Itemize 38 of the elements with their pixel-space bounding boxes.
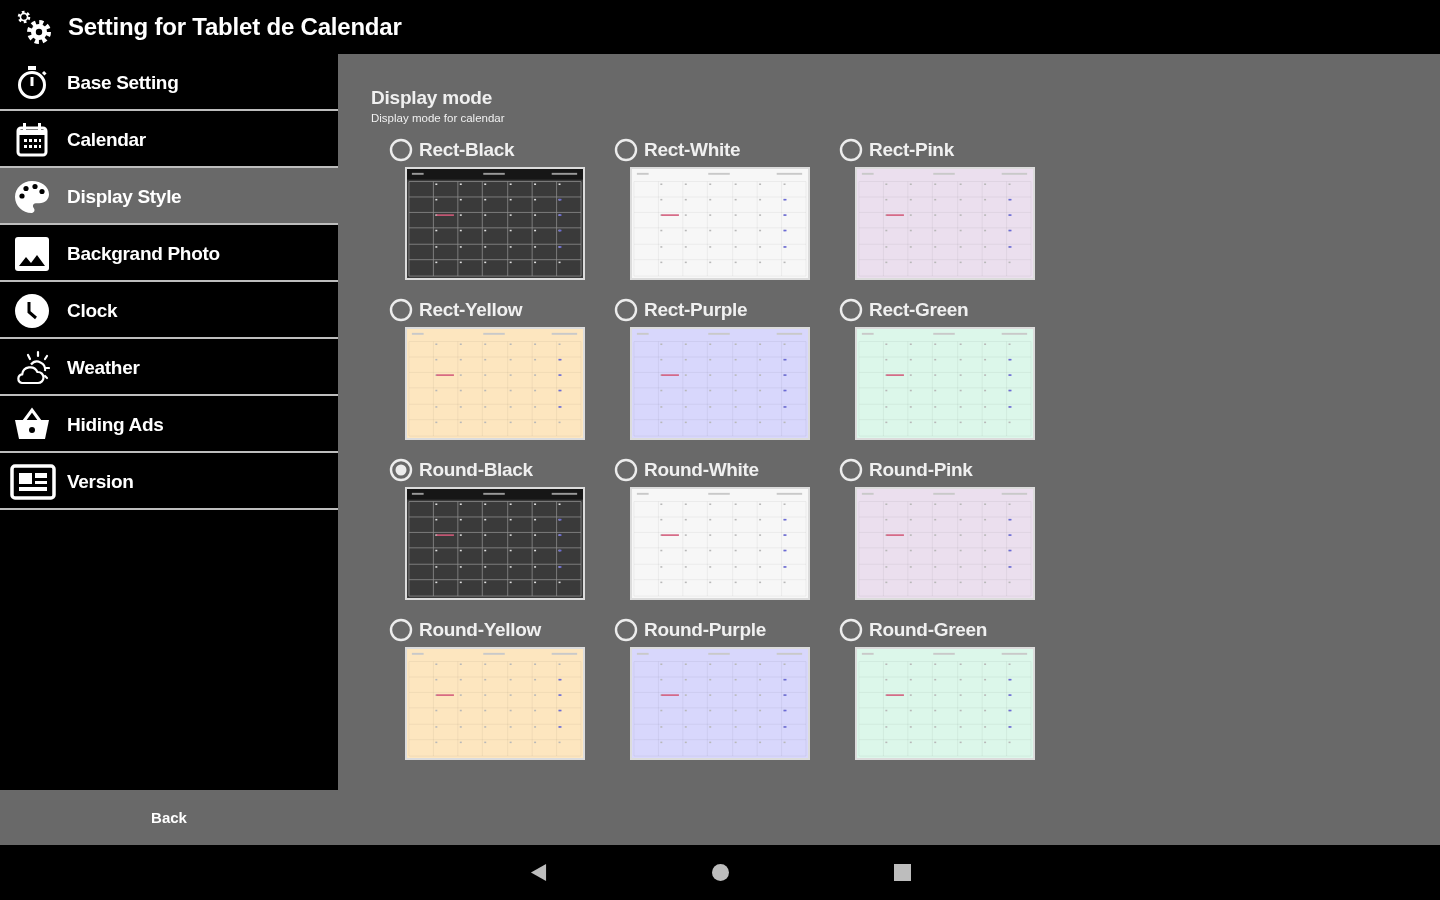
section-title: Display mode	[371, 87, 494, 109]
radio-button[interactable]	[839, 138, 863, 162]
option-label[interactable]: Round-White	[644, 459, 759, 481]
option-label[interactable]: Rect-Pink	[869, 139, 954, 161]
settings-icon	[16, 9, 52, 45]
radio-button[interactable]	[839, 458, 863, 482]
home-icon[interactable]	[711, 864, 729, 881]
option-label[interactable]: Round-Purple	[644, 619, 766, 641]
window-icon	[10, 463, 56, 500]
option-label[interactable]: Rect-Green	[869, 299, 969, 321]
option-label[interactable]: Rect-White	[644, 139, 741, 161]
back-icon[interactable]	[529, 864, 547, 881]
sidebar-item[interactable]: Display Style	[0, 168, 338, 225]
calendar-icon	[14, 121, 50, 158]
radio-button[interactable]	[614, 618, 638, 642]
radio-button[interactable]	[389, 138, 413, 162]
option-label[interactable]: Round-Yellow	[419, 619, 541, 641]
radio-button[interactable]	[614, 458, 638, 482]
radio-button[interactable]	[839, 618, 863, 642]
app-title: Setting for Tablet de Calendar	[68, 13, 402, 41]
cloud-sun-icon	[14, 349, 50, 386]
clock-icon	[14, 292, 50, 329]
radio-button[interactable]	[389, 618, 413, 642]
option-label[interactable]: Rect-Purple	[644, 299, 748, 321]
radio-button[interactable]	[839, 298, 863, 322]
option-label[interactable]: Round-Pink	[869, 459, 973, 481]
palette-icon	[14, 178, 50, 215]
option-label[interactable]: Round-Green	[869, 619, 988, 641]
radio-button[interactable]	[614, 138, 638, 162]
option-label[interactable]: Round-Black	[419, 459, 533, 481]
section-subtitle: Display mode for calendar	[371, 111, 506, 125]
option-label[interactable]: Rect-Yellow	[419, 299, 523, 321]
radio-button[interactable]	[389, 458, 413, 482]
radio-button[interactable]	[614, 298, 638, 322]
radio-button[interactable]	[389, 298, 413, 322]
option-label[interactable]: Rect-Black	[419, 139, 515, 161]
recents-icon[interactable]	[893, 864, 911, 881]
image-icon	[14, 235, 50, 272]
